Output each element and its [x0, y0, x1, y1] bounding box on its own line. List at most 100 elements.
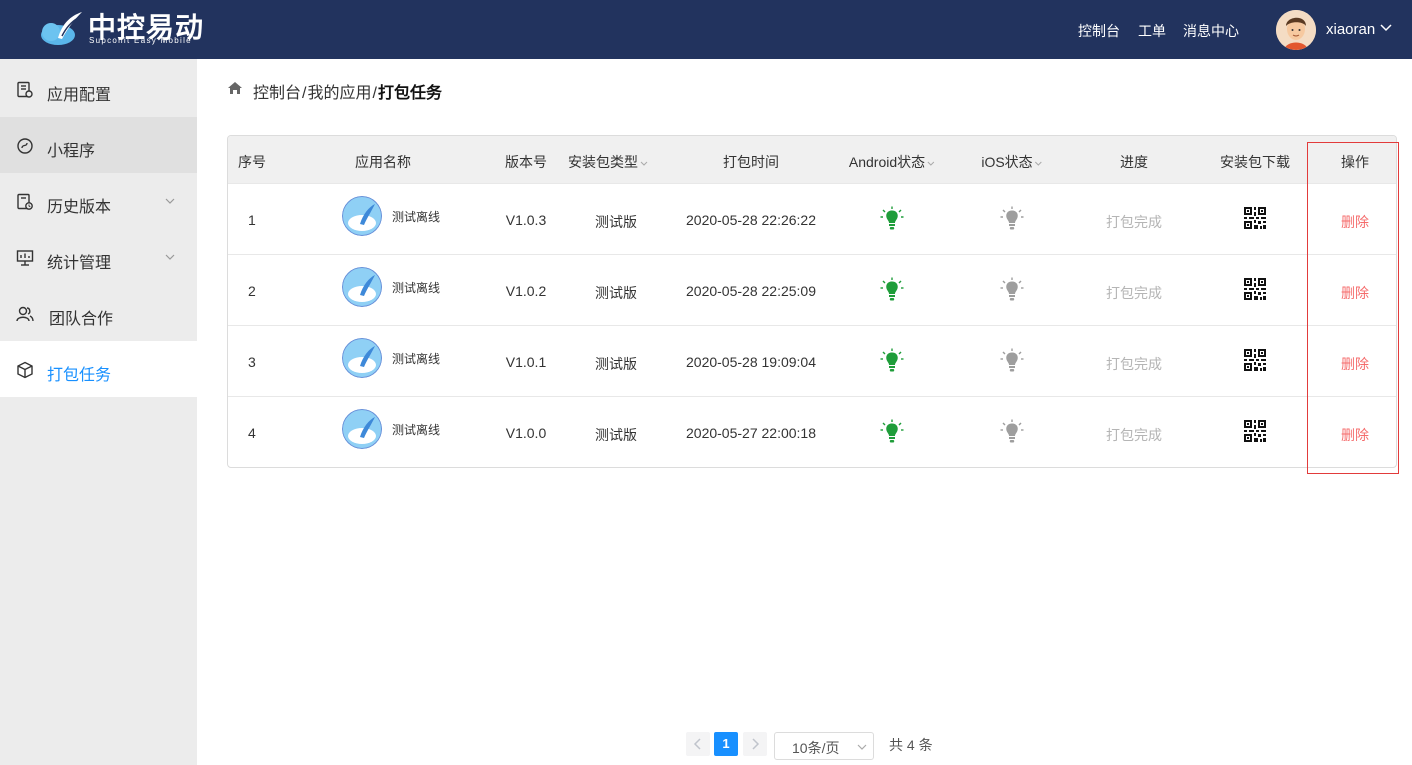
cell-progress: 打包完成 [1106, 214, 1162, 230]
column-header-progress: 进度 [1120, 154, 1148, 170]
breadcrumb-current: 打包任务 [377, 85, 442, 102]
filter-caret-icon[interactable] [927, 161, 935, 166]
cell-version: V1.0.3 [505, 212, 547, 228]
chevron-down-icon [165, 198, 175, 204]
cell-time: 2020-05-28 19:09:04 [686, 354, 816, 370]
logo-subtitle: Supconit Easy Mobile [89, 36, 192, 45]
ios-status-off-icon [1000, 419, 1024, 443]
statistics-icon [16, 250, 34, 266]
page-number-current[interactable]: 1 [714, 732, 738, 756]
cell-progress: 打包完成 [1106, 356, 1162, 372]
table-row: 2 测试离线 V1.0.2 测试版 2020-05-28 22:25:09 打包… [228, 254, 1396, 325]
android-status-on-icon [880, 206, 904, 230]
column-header-label: iOS状态 [981, 154, 1033, 170]
chevron-down-icon[interactable] [1380, 24, 1392, 32]
chevron-down-icon [857, 744, 867, 750]
android-status-on-icon [880, 419, 904, 443]
breadcrumb-separator: / [302, 85, 307, 102]
cell-seq: 3 [248, 354, 256, 370]
qr-code-icon[interactable] [1244, 278, 1266, 300]
ios-status-off-icon [1000, 348, 1024, 372]
sidebar-item-label: 历史版本 [47, 199, 112, 216]
table-row: 1 测试离线 V1.0.3 测试版 2020-05-28 22:26:22 打包… [228, 183, 1396, 254]
package-icon [17, 361, 33, 379]
sidebar-item-label: 团队合作 [49, 311, 114, 328]
sidebar-item-label: 小程序 [47, 143, 96, 160]
chevron-left-icon [693, 738, 701, 750]
cell-app-name[interactable]: 测试离线 [392, 279, 440, 296]
column-header-app-name: 应用名称 [355, 154, 411, 170]
qr-code-icon[interactable] [1244, 349, 1266, 371]
chevron-down-icon [165, 254, 175, 260]
delete-button[interactable]: 删除 [1341, 283, 1369, 303]
cell-app-name[interactable]: 测试离线 [392, 350, 440, 367]
cell-pkg-type: 测试版 [595, 427, 637, 443]
cell-progress: 打包完成 [1106, 427, 1162, 443]
filter-caret-icon[interactable] [1035, 161, 1043, 166]
column-header-label: Android状态 [848, 154, 926, 170]
sidebar-item-package-task[interactable]: 打包任务 [0, 341, 197, 397]
avatar-face-icon [1276, 10, 1316, 50]
column-header-download: 安装包下载 [1220, 154, 1290, 170]
logo[interactable]: 中控易动 Supconit Easy Mobile [38, 6, 213, 50]
app-logo-icon [342, 409, 382, 449]
next-page-button[interactable] [743, 732, 767, 756]
sidebar-item-label: 统计管理 [47, 255, 112, 272]
sidebar-item-statistics[interactable]: 统计管理 [0, 229, 197, 285]
sidebar-item-history-version[interactable]: 历史版本 [0, 173, 197, 229]
column-header-android[interactable]: Android状态 [849, 152, 935, 172]
cell-version: V1.0.1 [505, 354, 547, 370]
page-size-select[interactable]: 10条/页 [774, 732, 874, 760]
chevron-right-icon [752, 738, 760, 750]
sidebar: 应用配置 小程序 历史版本 统计管理 团队合作 打包任务 [0, 59, 197, 765]
cell-seq: 4 [248, 425, 256, 441]
filter-caret-icon[interactable] [640, 161, 648, 166]
package-task-table: 序号 应用名称 版本号 安装包类型 打包时间 Android状态 iOS状态 进… [227, 135, 1397, 468]
qr-code-icon[interactable] [1244, 207, 1266, 229]
home-icon[interactable] [227, 81, 243, 95]
cell-version: V1.0.2 [505, 283, 547, 299]
column-header-action: 操作 [1341, 154, 1369, 170]
page-size-value: 10条/页 [792, 740, 840, 756]
column-header-seq: 序号 [238, 154, 266, 170]
team-icon [16, 306, 34, 322]
cell-app-name[interactable]: 测试离线 [392, 421, 440, 438]
cell-app-name[interactable]: 测试离线 [392, 208, 440, 225]
app-config-icon [17, 81, 33, 98]
logo-mark-icon [41, 12, 82, 45]
username[interactable]: xiaoran [1326, 21, 1375, 38]
nav-ticket[interactable]: 工单 [1138, 21, 1166, 41]
nav-message-center[interactable]: 消息中心 [1183, 21, 1239, 41]
sidebar-item-team[interactable]: 团队合作 [0, 285, 197, 341]
app-logo-icon [342, 267, 382, 307]
sidebar-item-label: 应用配置 [47, 87, 112, 104]
app-logo-icon [342, 196, 382, 236]
history-version-icon [17, 193, 33, 210]
table-row: 3 测试离线 V1.0.1 测试版 2020-05-28 19:09:04 打包… [228, 325, 1396, 396]
ios-status-off-icon [1000, 277, 1024, 301]
qr-code-icon[interactable] [1244, 420, 1266, 442]
table-row: 4 测试离线 V1.0.0 测试版 2020-05-27 22:00:18 打包… [228, 396, 1396, 467]
sidebar-item-mini-program[interactable]: 小程序 [0, 117, 197, 173]
cell-pkg-type: 测试版 [595, 356, 637, 372]
pagination-total: 共 4 条 [889, 737, 933, 753]
cell-time: 2020-05-27 22:00:18 [686, 425, 816, 441]
delete-button[interactable]: 删除 [1341, 354, 1369, 374]
delete-button[interactable]: 删除 [1341, 212, 1369, 232]
breadcrumb-console[interactable]: 控制台 [253, 85, 301, 102]
column-header-ios[interactable]: iOS状态 [981, 152, 1043, 172]
cell-seq: 2 [248, 283, 256, 299]
delete-button[interactable]: 删除 [1341, 425, 1369, 445]
cell-time: 2020-05-28 22:25:09 [686, 283, 816, 299]
prev-page-button[interactable] [686, 732, 710, 756]
column-header-time: 打包时间 [723, 154, 779, 170]
avatar[interactable] [1276, 10, 1316, 50]
column-header-pkg-type[interactable]: 安装包类型 [568, 152, 648, 172]
breadcrumb-my-apps[interactable]: 我的应用 [307, 85, 371, 102]
android-status-on-icon [880, 277, 904, 301]
table-header: 序号 应用名称 版本号 安装包类型 打包时间 Android状态 iOS状态 进… [228, 136, 1396, 184]
nav-console[interactable]: 控制台 [1078, 21, 1120, 41]
sidebar-item-app-config[interactable]: 应用配置 [0, 61, 197, 117]
ios-status-off-icon [1000, 206, 1024, 230]
column-header-label: 安装包类型 [568, 154, 638, 170]
